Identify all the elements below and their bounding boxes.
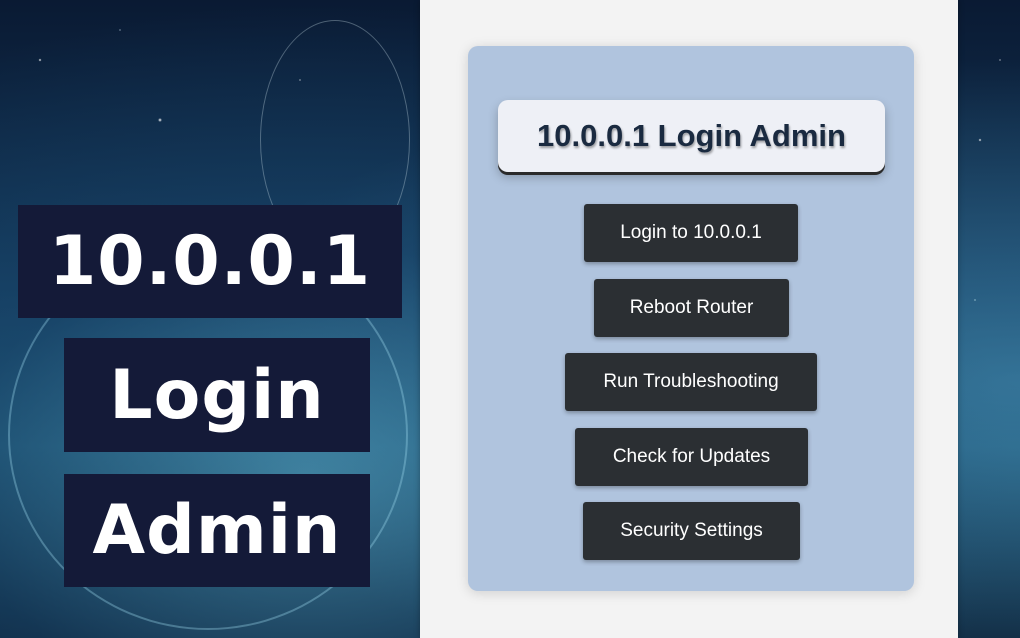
popup-title: 10.0.0.1 Login Admin: [498, 100, 885, 172]
popup-panel: 10.0.0.1 Login Admin Login to 10.0.0.1 R…: [468, 46, 914, 591]
promo-label-admin: Admin: [64, 474, 370, 587]
promo-label-ip: 10.0.0.1: [18, 205, 402, 318]
security-settings-button[interactable]: Security Settings: [583, 502, 800, 560]
login-button[interactable]: Login to 10.0.0.1: [584, 204, 798, 262]
run-troubleshooting-button[interactable]: Run Troubleshooting: [565, 353, 817, 411]
extension-popup: 10.0.0.1 Login Admin Login to 10.0.0.1 R…: [420, 0, 958, 638]
check-updates-button[interactable]: Check for Updates: [575, 428, 808, 486]
promo-label-login: Login: [64, 338, 370, 452]
reboot-router-button[interactable]: Reboot Router: [594, 279, 789, 337]
